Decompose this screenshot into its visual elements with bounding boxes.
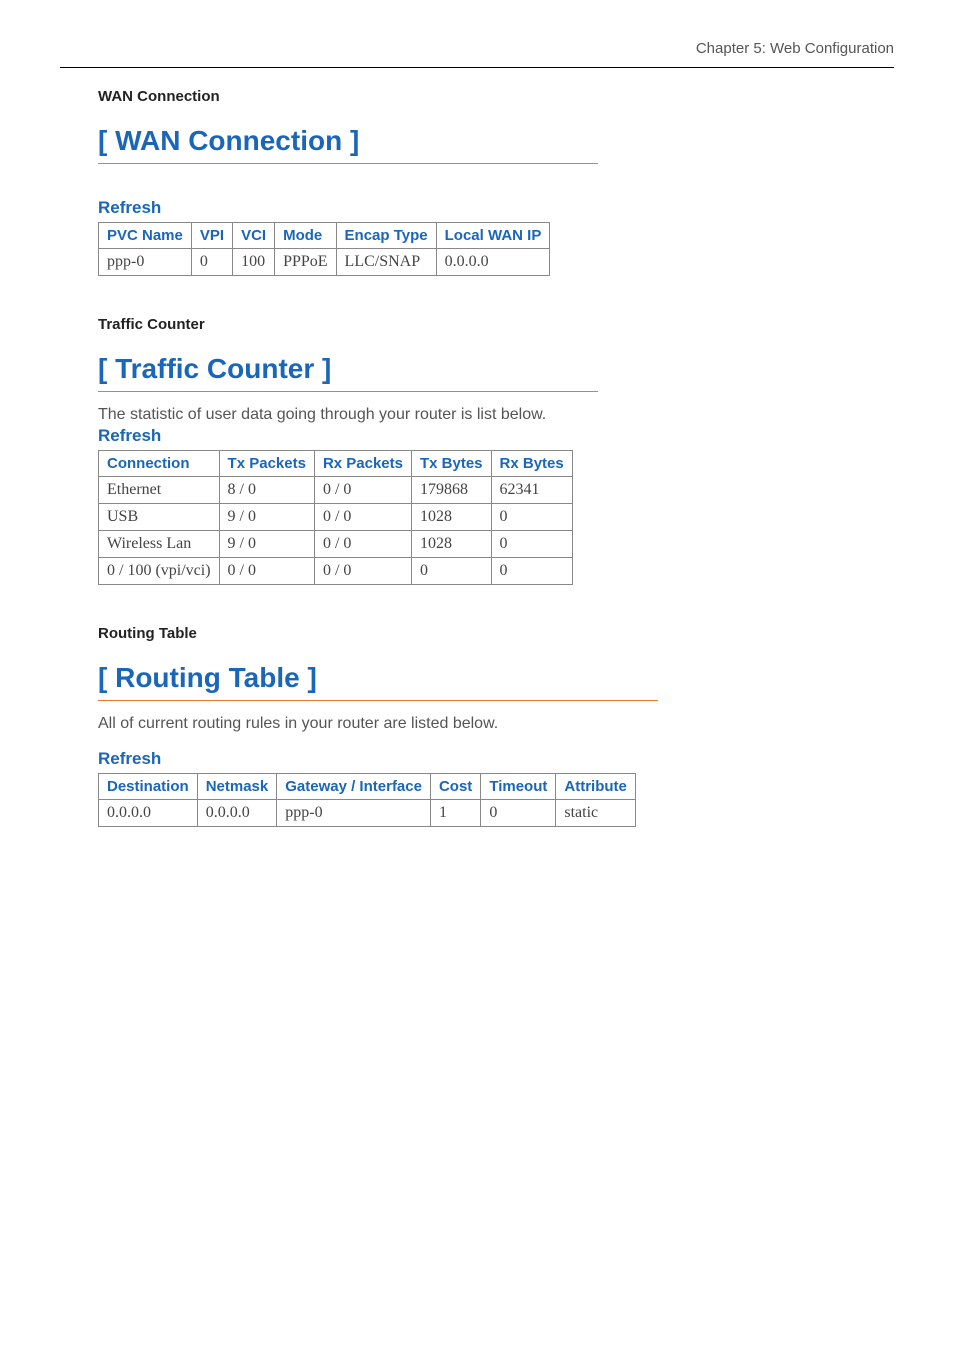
cell-dest: 0.0.0.0: [99, 800, 198, 827]
cell-rxp: 0 / 0: [314, 558, 411, 585]
traffic-refresh-link[interactable]: Refresh: [98, 426, 161, 446]
traffic-table: Connection Tx Packets Rx Packets Tx Byte…: [98, 450, 573, 585]
chapter-header: Chapter 5: Web Configuration: [60, 30, 894, 68]
cell-txp: 8 / 0: [219, 477, 314, 504]
table-row: Wireless Lan 9 / 0 0 / 0 1028 0: [99, 531, 573, 558]
col-attribute: Attribute: [556, 774, 636, 800]
cell-txb: 1028: [412, 504, 492, 531]
cell-cost: 1: [430, 800, 480, 827]
cell-conn: USB: [99, 504, 220, 531]
col-destination: Destination: [99, 774, 198, 800]
table-header-row: Destination Netmask Gateway / Interface …: [99, 774, 636, 800]
col-rx-bytes: Rx Bytes: [491, 451, 572, 477]
table-row: 0.0.0.0 0.0.0.0 ppp-0 1 0 static: [99, 800, 636, 827]
cell-rxp: 0 / 0: [314, 531, 411, 558]
col-tx-packets: Tx Packets: [219, 451, 314, 477]
col-connection: Connection: [99, 451, 220, 477]
wan-panel-title: [ WAN Connection ]: [98, 125, 894, 157]
table-row: ppp-0 0 100 PPPoE LLC/SNAP 0.0.0.0: [99, 249, 550, 276]
cell-conn: Wireless Lan: [99, 531, 220, 558]
col-netmask: Netmask: [197, 774, 277, 800]
routing-panel-title: [ Routing Table ]: [98, 662, 894, 694]
cell-conn: Ethernet: [99, 477, 220, 504]
cell-vci: 100: [233, 249, 275, 276]
cell-txp: 9 / 0: [219, 504, 314, 531]
col-vci: VCI: [233, 223, 275, 249]
cell-txb: 1028: [412, 531, 492, 558]
cell-rxb: 0: [491, 504, 572, 531]
wan-panel: [ WAN Connection ] Refresh PVC Name VPI …: [98, 125, 894, 276]
cell-txb: 179868: [412, 477, 492, 504]
table-row: USB 9 / 0 0 / 0 1028 0: [99, 504, 573, 531]
table-header-row: Connection Tx Packets Rx Packets Tx Byte…: [99, 451, 573, 477]
col-rx-packets: Rx Packets: [314, 451, 411, 477]
cell-rxp: 0 / 0: [314, 477, 411, 504]
routing-description: All of current routing rules in your rou…: [98, 715, 894, 733]
col-vpi: VPI: [191, 223, 232, 249]
cell-local-ip: 0.0.0.0: [436, 249, 550, 276]
cell-rxp: 0 / 0: [314, 504, 411, 531]
cell-mask: 0.0.0.0: [197, 800, 277, 827]
col-timeout: Timeout: [481, 774, 556, 800]
wan-table: PVC Name VPI VCI Mode Encap Type Local W…: [98, 222, 550, 276]
divider: [98, 391, 598, 392]
cell-attr: static: [556, 800, 636, 827]
cell-timeout: 0: [481, 800, 556, 827]
cell-rxb: 0: [491, 558, 572, 585]
col-pvc-name: PVC Name: [99, 223, 192, 249]
cell-txp: 9 / 0: [219, 531, 314, 558]
cell-vpi: 0: [191, 249, 232, 276]
col-encap: Encap Type: [336, 223, 436, 249]
table-header-row: PVC Name VPI VCI Mode Encap Type Local W…: [99, 223, 550, 249]
table-row: Ethernet 8 / 0 0 / 0 179868 62341: [99, 477, 573, 504]
cell-rxb: 62341: [491, 477, 572, 504]
cell-conn: 0 / 100 (vpi/vci): [99, 558, 220, 585]
cell-gw: ppp-0: [277, 800, 431, 827]
divider: [98, 700, 658, 701]
routing-table: Destination Netmask Gateway / Interface …: [98, 773, 636, 827]
cell-pvc-name: ppp-0: [99, 249, 192, 276]
routing-section-label: Routing Table: [98, 625, 894, 642]
col-local-wan-ip: Local WAN IP: [436, 223, 550, 249]
cell-txp: 0 / 0: [219, 558, 314, 585]
routing-refresh-link[interactable]: Refresh: [98, 749, 161, 769]
routing-panel: [ Routing Table ] All of current routing…: [98, 662, 894, 827]
cell-mode: PPPoE: [275, 249, 336, 276]
col-tx-bytes: Tx Bytes: [412, 451, 492, 477]
traffic-description: The statistic of user data going through…: [98, 406, 894, 424]
cell-encap: LLC/SNAP: [336, 249, 436, 276]
traffic-panel-title: [ Traffic Counter ]: [98, 353, 894, 385]
cell-rxb: 0: [491, 531, 572, 558]
wan-section-label: WAN Connection: [98, 88, 894, 105]
col-mode: Mode: [275, 223, 336, 249]
col-gateway: Gateway / Interface: [277, 774, 431, 800]
traffic-section-label: Traffic Counter: [98, 316, 894, 333]
table-row: 0 / 100 (vpi/vci) 0 / 0 0 / 0 0 0: [99, 558, 573, 585]
traffic-panel: [ Traffic Counter ] The statistic of use…: [98, 353, 894, 585]
col-cost: Cost: [430, 774, 480, 800]
divider: [98, 163, 598, 164]
cell-txb: 0: [412, 558, 492, 585]
wan-refresh-link[interactable]: Refresh: [98, 198, 161, 218]
